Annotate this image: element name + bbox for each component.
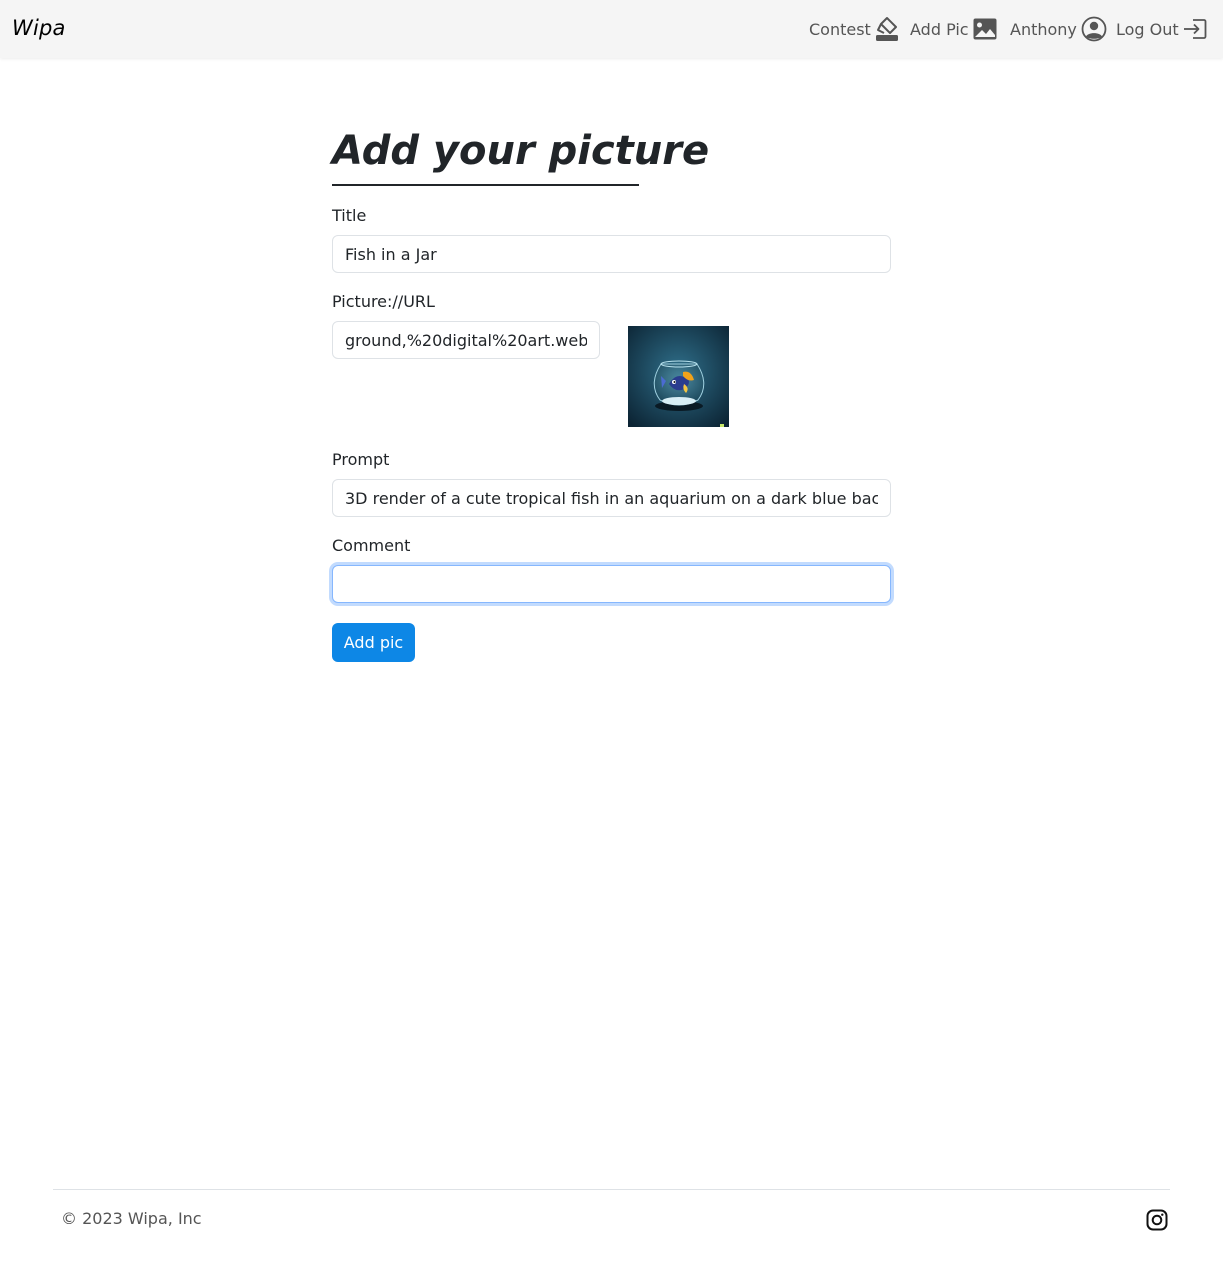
nav-contest-label: Contest	[809, 19, 871, 39]
picture-preview	[628, 326, 729, 427]
nav-user-label: Anthony	[1010, 19, 1077, 39]
title-label: Title	[332, 206, 367, 225]
instagram-icon[interactable]	[1146, 1209, 1168, 1231]
nav-contest-link[interactable]: Contest	[809, 16, 899, 42]
nav-add-pic-link[interactable]: Add Pic	[910, 16, 997, 42]
comment-input[interactable]	[332, 565, 891, 603]
nav-user-link[interactable]: Anthony	[1010, 16, 1107, 42]
comment-label: Comment	[332, 536, 411, 555]
title-underline	[332, 184, 639, 186]
add-pic-button[interactable]: Add pic	[332, 623, 415, 662]
copyright-text: © 2023 Wipa, Inc	[61, 1209, 202, 1228]
footer-divider	[53, 1189, 1170, 1190]
nav-logout-link[interactable]: Log Out	[1116, 16, 1207, 42]
image-icon	[973, 18, 997, 40]
url-label: Picture://URL	[332, 292, 435, 311]
box-arrow-in-right-icon	[1183, 18, 1207, 40]
title-input[interactable]	[332, 235, 891, 273]
nav-logout-label: Log Out	[1116, 19, 1179, 39]
brand-logo[interactable]: Wipa	[12, 16, 66, 40]
page-title: Add your picture	[332, 128, 710, 174]
prompt-input[interactable]	[332, 479, 891, 517]
url-input[interactable]	[332, 321, 600, 359]
easel-icon	[875, 16, 899, 42]
nav-add-pic-label: Add Pic	[910, 19, 969, 39]
user-circle-icon	[1081, 16, 1107, 42]
top-navbar: Wipa Contest Add Pic Anthony Log Out	[0, 0, 1223, 58]
prompt-label: Prompt	[332, 450, 390, 469]
